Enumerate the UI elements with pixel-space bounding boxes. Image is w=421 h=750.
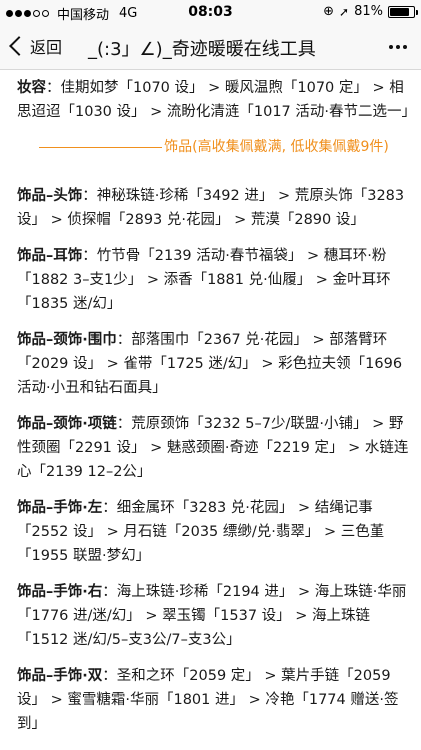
makeup-label: 妆容 (17, 80, 46, 96)
section-paragraph: 饰品–耳饰：竹节骨「2139 活动·春节福袋」 > 穗耳环·粉「1882 3–支… (17, 244, 411, 316)
section-paragraph: 饰品–手饰·右：海上珠链·珍稀「2194 进」 > 海上珠链·华丽「1776 进… (17, 580, 411, 652)
status-right: ⊕ ➚ 81% (323, 4, 418, 19)
back-button[interactable]: 返回 (8, 34, 62, 58)
page-title: _(:3」∠)_奇迹暖暖在线工具 (88, 39, 316, 60)
location-arrow-icon: ➚ (339, 4, 350, 19)
divider-text: 饰品(高收集佩戴满, 低收集佩戴9件) (164, 139, 389, 155)
section-label: 饰品–耳饰 (17, 248, 83, 264)
section-label: 饰品–颈饰·围巾 (17, 332, 117, 348)
back-label: 返回 (30, 38, 63, 57)
divider-line (39, 146, 163, 148)
section-paragraph: 饰品–颈饰·项链：荒原颈饰「3232 5–7少/联盟·小铺」 > 野性颈圈「22… (17, 412, 411, 484)
section-label: 饰品–颈饰·项链 (17, 416, 117, 432)
section-paragraph: 饰品–头饰：神秘珠链·珍稀「3492 进」 > 荒原头饰「3283 设」 > 侦… (17, 184, 411, 232)
makeup-paragraph: 妆容：佳期如梦「1070 设」 > 暖风温煦「1070 定」 > 相思迢迢「10… (17, 76, 416, 124)
section-paragraph: 饰品–手饰·左：细金属环「3283 兑·花园」 > 结绳记事「2552 设」 >… (17, 496, 411, 568)
rotation-lock-icon: ⊕ (323, 4, 335, 19)
section-paragraph: 饰品–手饰·双：圣和之环「2059 定」 > 葉片手链「2059 设」 > 蜜雪… (17, 664, 411, 736)
more-options-icon[interactable] (389, 45, 407, 49)
section-label: 饰品–头饰 (17, 188, 83, 204)
status-bar: 中国移动 4G 08:03 ⊕ ➚ 81% (0, 0, 421, 24)
section-label: 饰品–手饰·左 (17, 500, 103, 516)
section-label: 饰品–手饰·右 (17, 584, 103, 600)
section-label: 饰品–手饰·双 (17, 668, 103, 684)
makeup-text: ：佳期如梦「1070 设」 > 暖风温煦「1070 定」 > 相思迢迢「1030… (17, 80, 416, 120)
section-paragraph: 饰品–颈饰·围巾：部落围巾「2367 兑·花园」 > 部落臂环「2029 设」 … (17, 328, 411, 400)
accessories-divider: 饰品(高收集佩戴满, 低收集佩戴9件) (17, 136, 411, 158)
battery-icon (388, 5, 418, 18)
article-content: 妆容：佳期如梦「1070 设」 > 暖风温煦「1070 定」 > 相思迢迢「10… (0, 70, 421, 750)
chevron-left-icon (9, 36, 29, 56)
navigation-bar: 返回 _(:3」∠)_奇迹暖暖在线工具 (0, 24, 421, 70)
battery-percent: 81% (354, 4, 383, 19)
